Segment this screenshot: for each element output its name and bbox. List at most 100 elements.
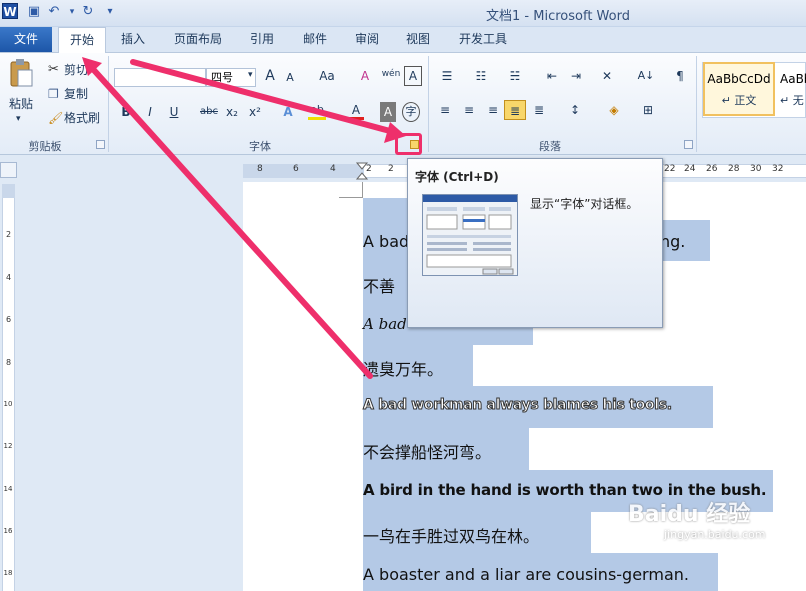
italic-button[interactable]: I [142,102,158,122]
tab-page-layout[interactable]: 页面布局 [166,27,230,52]
tab-mailings[interactable]: 邮件 [295,27,335,52]
clipboard-group-label: 剪贴板 [28,140,62,153]
sort-icon[interactable]: A↓ [636,66,656,86]
ruler-number: 32 [772,164,784,174]
strikethrough-button[interactable]: abc [198,102,220,122]
selection-block [363,198,407,220]
ruler-number: 14 [3,485,13,493]
cut-button[interactable]: 剪切 [64,60,94,80]
change-case-button[interactable]: Aa [315,66,339,86]
doc-line[interactable]: 不善 [363,273,395,297]
ruler-number: 12 [3,442,13,450]
ruler-number: 2 [388,164,394,174]
clear-format-button[interactable]: A [356,66,374,86]
watermark-brand: Baidu 经验 [628,502,751,527]
style-nospace-preview: AaBb [780,72,806,86]
font-size-dropdown-icon[interactable]: ▾ [248,70,253,80]
copy-icon[interactable]: ❐ [48,87,59,101]
tab-references[interactable]: 引用 [242,27,282,52]
text-effect-button[interactable]: A [280,102,296,122]
paste-dropdown-icon[interactable]: ▾ [16,114,21,124]
ruler-number: 4 [330,164,336,174]
ruler-margin [2,184,15,198]
group-separator [108,56,109,152]
increase-indent-icon[interactable]: ⇥ [566,66,586,86]
font-dialog-tooltip: 字体 (Ctrl+D) 显示“字体”对话框。 [407,158,663,328]
group-separator [696,56,697,152]
chinese-layout-icon[interactable]: ✕ [596,66,618,86]
tooltip-title: 字体 (Ctrl+D) [415,170,499,184]
format-painter-icon[interactable]: 🖌 [48,111,63,125]
bold-button[interactable]: B [118,102,134,122]
doc-line[interactable]: 不会撑船怪河弯。 [363,439,491,463]
line-spacing-icon[interactable]: ↕ [564,100,586,120]
shrink-font-button[interactable]: A [283,68,297,88]
paragraph-launcher-icon[interactable] [684,140,693,149]
doc-line[interactable]: ng. [660,232,685,251]
bullets-icon[interactable]: ☰ [436,66,458,86]
doc-line[interactable]: A boaster and a liar are cousins-german. [363,565,689,584]
character-border-button[interactable]: A [404,66,422,86]
borders-icon[interactable]: ⊞ [638,100,658,120]
distributed-icon[interactable]: ≣ [530,100,548,120]
multilevel-list-icon[interactable]: ☵ [504,66,526,86]
align-center-icon[interactable]: ≡ [460,100,478,120]
enclose-characters-button[interactable]: 字 [402,102,420,122]
format-painter-button[interactable]: 格式刷 [64,108,104,128]
paragraph-group-label: 段落 [539,140,561,153]
ruler-number: 2 [5,230,12,239]
tab-insert[interactable]: 插入 [113,27,153,52]
highlight-button[interactable]: ab [308,100,326,120]
align-left-icon[interactable]: ≡ [436,100,454,120]
tab-file[interactable]: 文件 [0,27,52,52]
underline-button[interactable]: U [166,102,182,122]
tab-developer[interactable]: 开发工具 [451,27,515,52]
paste-icon[interactable] [8,58,34,90]
align-right-icon[interactable]: ≡ [484,100,502,120]
numbering-icon[interactable]: ☷ [470,66,492,86]
callout-highlight-box [395,133,422,155]
ruler-number: 28 [728,164,740,174]
copy-button[interactable]: 复制 [64,84,94,104]
font-name-combo[interactable] [114,68,206,87]
clipboard-launcher-icon[interactable] [96,140,105,149]
style-normal[interactable]: AaBbCcDd ↵ 正文 [703,62,775,116]
doc-line[interactable]: A bad [363,315,407,333]
ruler-number: 6 [293,164,299,174]
ruler-number: 24 [684,164,696,174]
style-normal-label: ↵ 正文 [721,94,757,107]
font-color-button[interactable]: A [348,100,364,120]
style-no-spacing[interactable]: AaBb ↵ 无 [780,62,806,116]
tab-selector[interactable] [0,162,17,178]
doc-line[interactable]: 一鸟在手胜过双鸟在林。 [363,523,539,547]
character-shading-button[interactable]: A [380,102,396,122]
phonetic-guide-button[interactable]: wén [380,64,402,84]
grow-font-button[interactable]: A [262,66,278,86]
font-group-label: 字体 [249,140,271,153]
decrease-indent-icon[interactable]: ⇤ [542,66,562,86]
ruler-number: 26 [706,164,718,174]
ruler-number: 8 [257,164,263,174]
superscript-button[interactable]: x² [247,102,263,122]
margin-corner-mark [339,197,363,198]
shading-bucket-icon[interactable]: ◈ [604,100,624,120]
show-marks-icon[interactable]: ¶ [672,66,688,86]
scissors-icon[interactable]: ✂ [48,62,59,77]
watermark: Baidu 经验 jingyan.baidu.com [628,496,766,541]
tab-review[interactable]: 审阅 [347,27,387,52]
indent-marker-icon[interactable] [355,162,369,180]
tab-home[interactable]: 开始 [58,27,106,53]
paste-button[interactable]: 粘贴 [4,94,38,114]
justify-icon[interactable]: ≣ [504,100,526,120]
ruler-number: 8 [5,358,12,367]
tooltip-description: 显示“字体”对话框。 [530,197,639,211]
doc-line[interactable]: A bad [363,232,409,251]
doc-line[interactable]: A bad workman always blames his tools. [363,397,673,414]
font-dialog-preview-image [422,194,518,276]
subscript-button[interactable]: x₂ [224,102,240,122]
tab-view[interactable]: 视图 [398,27,438,52]
style-nospace-label: ↵ 无 [780,94,804,107]
doc-line[interactable]: 遗臭万年。 [363,356,443,380]
ruler-number: 18 [3,569,13,577]
window-title: 文档1 - Microsoft Word [486,9,630,24]
